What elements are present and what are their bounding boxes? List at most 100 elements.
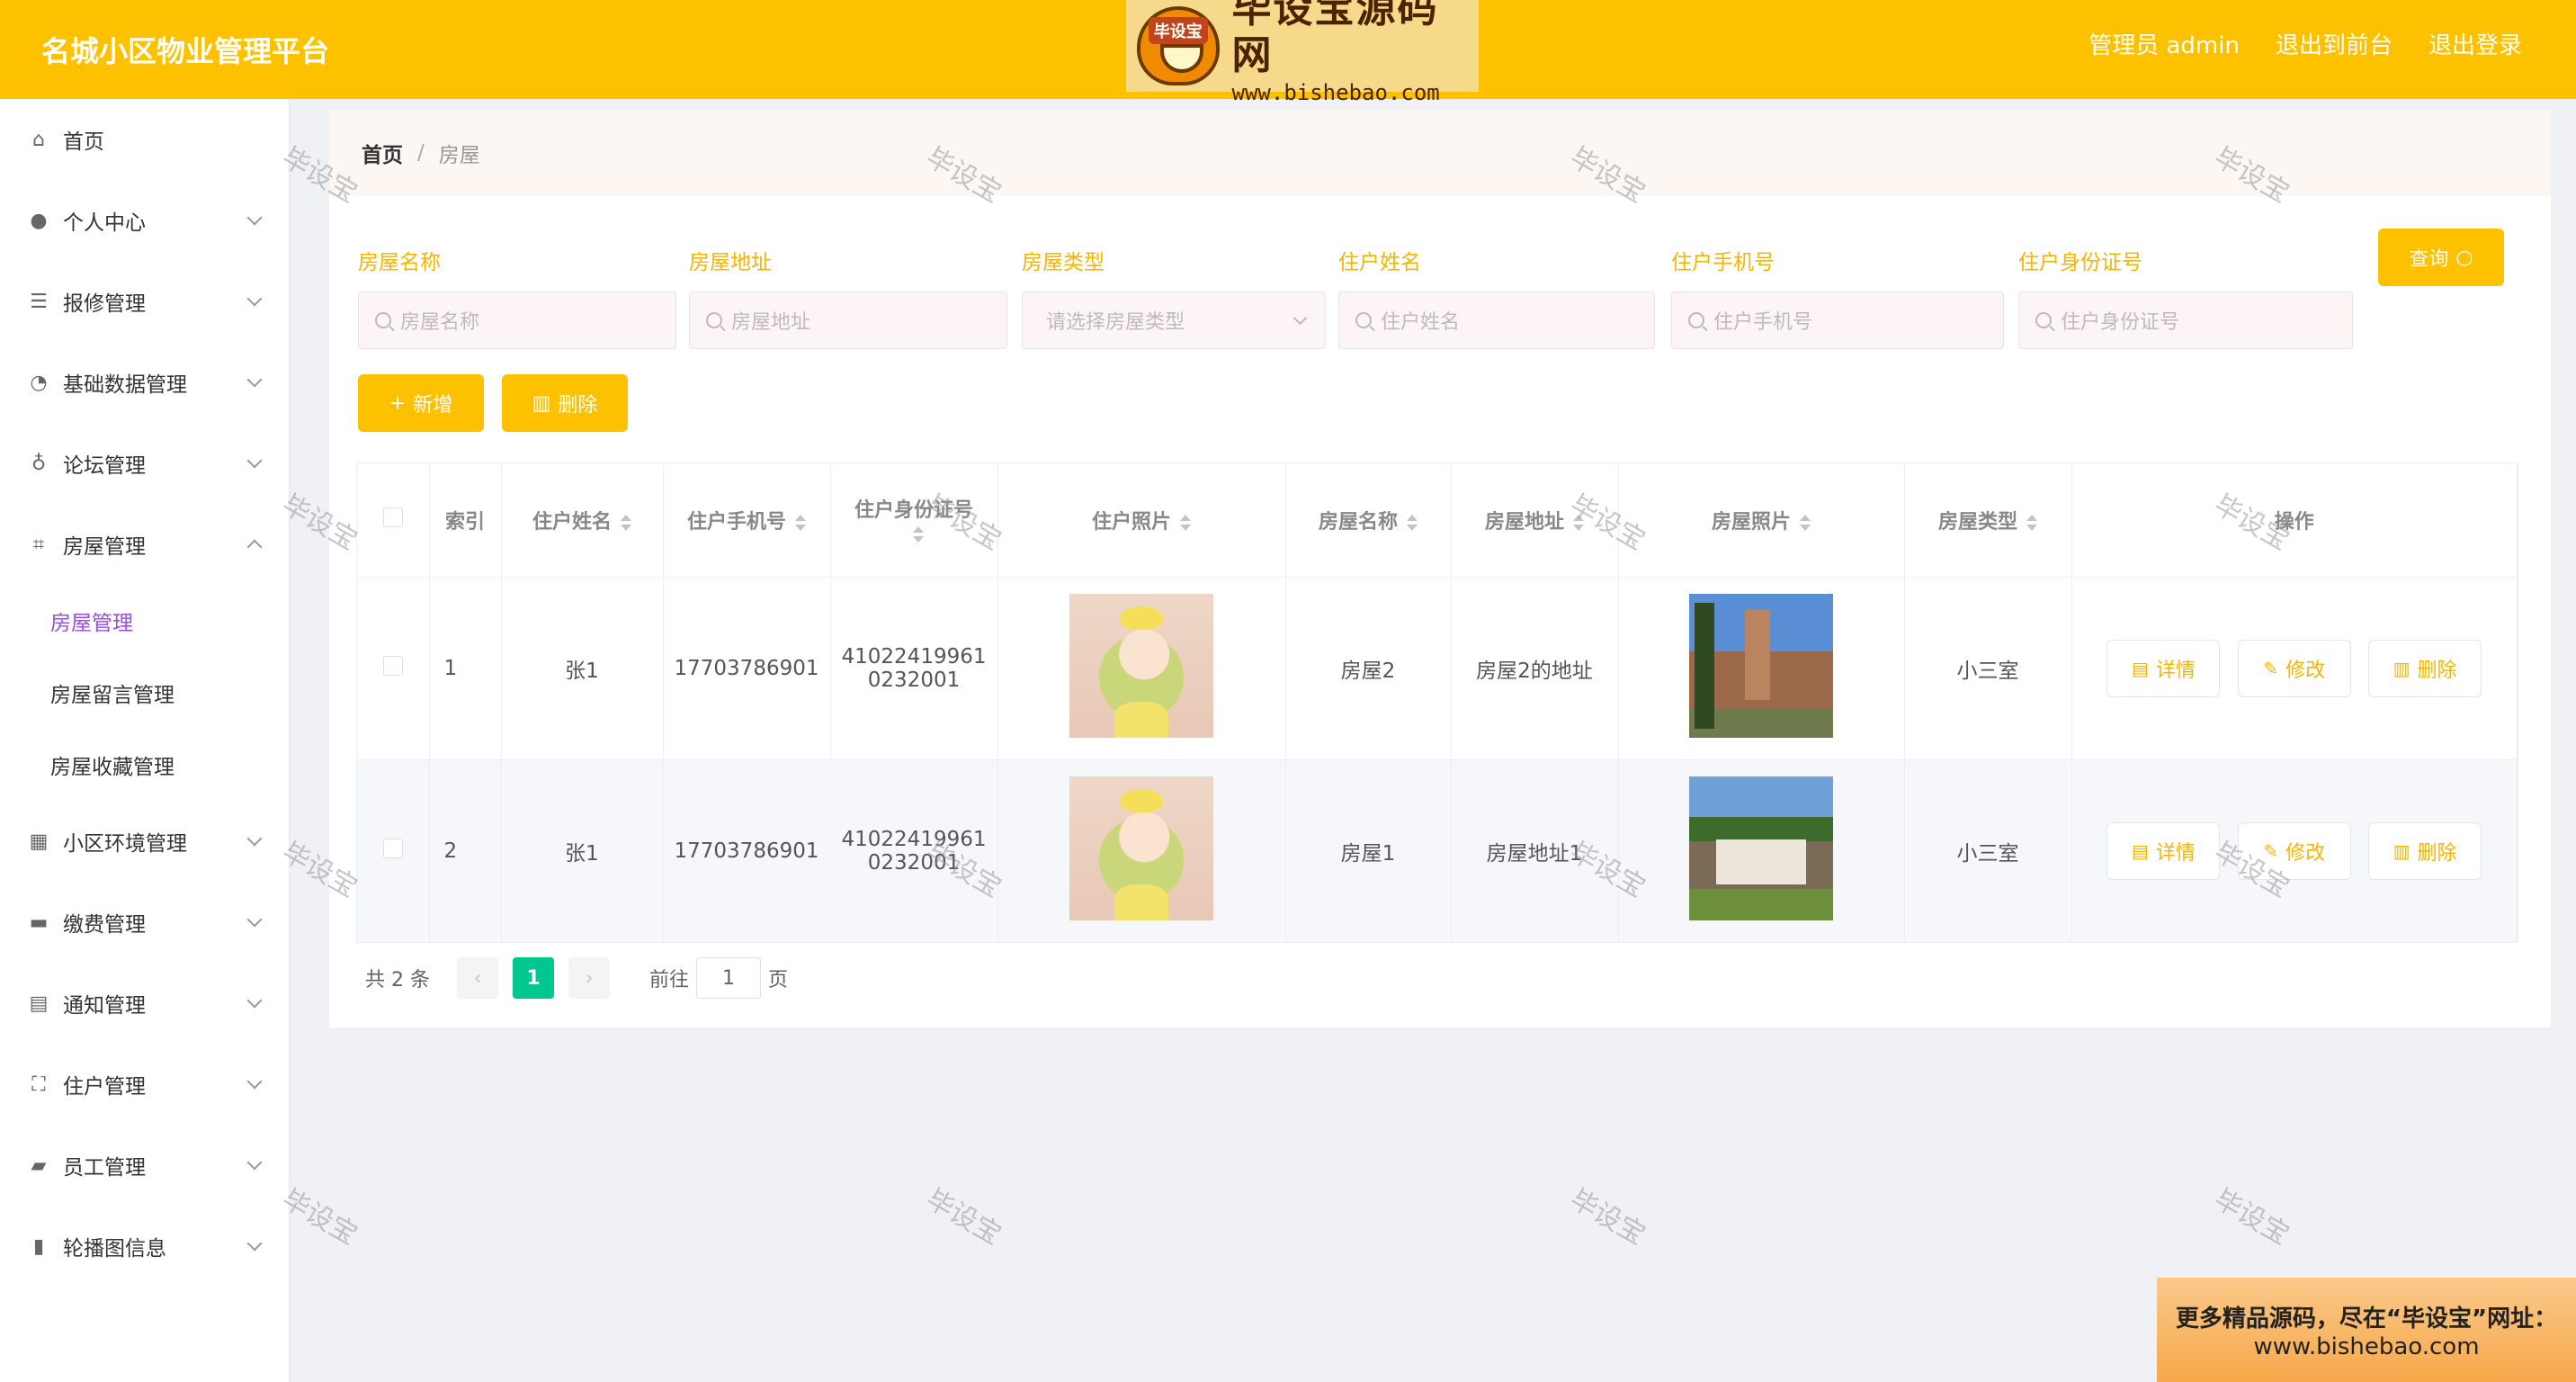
header-actions: 管理员 admin 退出到前台 退出登录 (2089, 0, 2522, 86)
select-all-checkbox[interactable] (382, 507, 403, 527)
table-row: 1 张1 17703786901 41022419961 0232001 房屋2 … (357, 577, 2518, 760)
sidebar-item-forum[interactable]: ♁ 论坛管理 (0, 423, 289, 504)
id-line-2: 0232001 (867, 668, 961, 692)
resident-photo[interactable] (1069, 776, 1213, 920)
user-icon: ● (30, 209, 48, 232)
next-page-button[interactable]: › (568, 957, 610, 999)
sidebar-subitem-house-manage[interactable]: 房屋管理 (0, 585, 289, 657)
sidebar-item-profile[interactable]: ● 个人中心 (0, 180, 289, 261)
house-type-select[interactable]: 请选择房屋类型 (1022, 292, 1326, 349)
plus-icon: + (389, 391, 407, 415)
row-select-cell (357, 759, 430, 943)
header-resident-photo[interactable]: 住户照片 (997, 463, 1286, 578)
filter-resident-id: 住户身份证号 住户身份证号 (2018, 245, 2353, 349)
chevron-down-icon (246, 992, 263, 1009)
sidebar: ⌂ 首页 ● 个人中心 ☰ 报修管理 ◔ 基础数据管理 ♁ 论坛管理 ⌗ 房屋管… (0, 99, 290, 1382)
header-resident-name[interactable]: 住户姓名 (501, 463, 664, 578)
header-label: 房屋地址 (1484, 510, 1564, 534)
sidebar-item-environment[interactable]: ▦ 小区环境管理 (0, 801, 289, 882)
cell-resident-phone: 17703786901 (663, 759, 831, 943)
logo-name: 毕设宝源码网 (1231, 0, 1439, 78)
sidebar-item-resident[interactable]: ⛶ 住户管理 (0, 1044, 289, 1125)
fullscreen-icon: ⛶ (31, 1072, 46, 1096)
id-line-1: 41022419961 (841, 644, 987, 669)
chevron-down-icon (246, 291, 263, 307)
batch-delete-button[interactable]: ▥ 删除 (502, 374, 628, 432)
delete-button[interactable]: ▥ 删除 (2368, 821, 2482, 880)
search-icon: ○ (2455, 246, 2473, 269)
prev-page-button[interactable]: ‹ (456, 957, 498, 999)
sidebar-item-carousel[interactable]: ▮ 轮播图信息 (0, 1206, 289, 1287)
edit-button[interactable]: ✎ 修改 (2237, 639, 2351, 697)
sidebar-item-home[interactable]: ⌂ 首页 (0, 99, 289, 180)
header-resident-id[interactable]: 住户身份证号 (830, 463, 998, 578)
sidebar-subitem-house-favorite[interactable]: 房屋收藏管理 (0, 729, 289, 801)
home-icon: ⌂ (32, 128, 45, 151)
filter-label: 房屋地址 (689, 251, 772, 274)
page-number-button[interactable]: 1 (512, 957, 554, 999)
sidebar-item-label: 住户管理 (63, 1075, 146, 1099)
resident-name-input[interactable]: 住户姓名 (1338, 292, 1655, 349)
delete-label: 删除 (2417, 659, 2457, 682)
row-checkbox[interactable] (382, 655, 403, 676)
input-placeholder: 住户姓名 (1381, 311, 1461, 334)
house-address-input[interactable]: 房屋地址 (689, 292, 1007, 349)
header-house-type[interactable]: 房屋类型 (1904, 463, 2072, 578)
house-photo[interactable] (1689, 776, 1833, 920)
promo-line-2: www.bishebao.com (2253, 1333, 2480, 1360)
delete-button-label: 删除 (558, 394, 598, 417)
resident-phone-input[interactable]: 住户手机号 (1671, 292, 2004, 349)
header-resident-phone[interactable]: 住户手机号 (663, 463, 831, 578)
resident-id-input[interactable]: 住户身份证号 (2018, 292, 2353, 349)
cell-index: 2 (429, 759, 502, 943)
input-placeholder: 住户身份证号 (2061, 311, 2180, 334)
header-house-address[interactable]: 房屋地址 (1451, 463, 1619, 578)
delete-button[interactable]: ▥ 删除 (2368, 639, 2482, 697)
cup-icon (1160, 44, 1203, 73)
detail-label: 详情 (2155, 841, 2196, 865)
edit-label: 修改 (2285, 841, 2326, 865)
edit-label: 修改 (2285, 659, 2326, 682)
add-button-label: 新增 (413, 394, 453, 417)
header-label: 住户姓名 (532, 510, 612, 534)
sidebar-item-label: 报修管理 (63, 292, 146, 316)
detail-button[interactable]: ▤ 详情 (2106, 639, 2221, 697)
sidebar-item-notice[interactable]: ▤ 通知管理 (0, 963, 289, 1044)
cell-actions: ▤ 详情 ✎ 修改 ▥ 删除 (2071, 759, 2518, 943)
sidebar-item-staff[interactable]: ▰ 员工管理 (0, 1125, 289, 1206)
house-table: 索引 住户姓名 住户手机号 住户身份证号 住户照片 房屋名称 房屋地址 房屋照片… (356, 462, 2518, 943)
detail-button[interactable]: ▤ 详情 (2106, 821, 2221, 880)
select-placeholder: 请选择房屋类型 (1046, 311, 1185, 334)
sidebar-item-house[interactable]: ⌗ 房屋管理 (0, 504, 289, 585)
breadcrumb-home[interactable]: 首页 (362, 138, 403, 168)
cell-index: 1 (429, 577, 502, 760)
cell-resident-photo (997, 759, 1286, 943)
logout-link[interactable]: 退出登录 (2428, 27, 2522, 60)
promo-banner[interactable]: 更多精品源码，尽在“毕设宝”网址： www.bishebao.com (2157, 1278, 2576, 1382)
sidebar-item-repair[interactable]: ☰ 报修管理 (0, 261, 289, 342)
query-button[interactable]: 查询 ○ (2378, 229, 2504, 286)
goto-page-input[interactable]: 1 (696, 957, 761, 999)
header-house-name[interactable]: 房屋名称 (1285, 463, 1452, 578)
sidebar-item-payment[interactable]: ▬ 缴费管理 (0, 882, 289, 963)
header-house-photo[interactable]: 房屋照片 (1618, 463, 1905, 578)
resident-photo[interactable] (1069, 593, 1213, 738)
pagination-total: 共 2 条 (365, 969, 430, 992)
cell-house-photo (1618, 759, 1905, 943)
sidebar-item-basic-data[interactable]: ◔ 基础数据管理 (0, 342, 289, 423)
table-row: 2 张1 17703786901 41022419961 0232001 房屋1 … (357, 759, 2518, 943)
sidebar-subitem-house-message[interactable]: 房屋留言管理 (0, 657, 289, 729)
sort-icon (1405, 514, 1418, 532)
row-checkbox[interactable] (382, 838, 403, 858)
house-photo[interactable] (1689, 593, 1833, 738)
house-name-input[interactable]: 房屋名称 (358, 292, 676, 349)
goto-label: 前往 (648, 969, 689, 992)
add-button[interactable]: + 新增 (358, 374, 484, 432)
pagination: 共 2 条 ‹ 1 › 前往 1 页 (365, 957, 788, 999)
main-content: 首页 / 房屋 房屋名称 房屋名称 房屋地址 房屋地址 房屋类型 请选择房屋类型… (329, 110, 2551, 1028)
exit-to-front-link[interactable]: 退出到前台 (2276, 27, 2393, 60)
filter-house-type: 房屋类型 请选择房屋类型 (1022, 245, 1326, 349)
edit-button[interactable]: ✎ 修改 (2237, 821, 2351, 880)
chevron-down-icon (246, 1154, 263, 1171)
chevron-down-icon (246, 372, 263, 388)
